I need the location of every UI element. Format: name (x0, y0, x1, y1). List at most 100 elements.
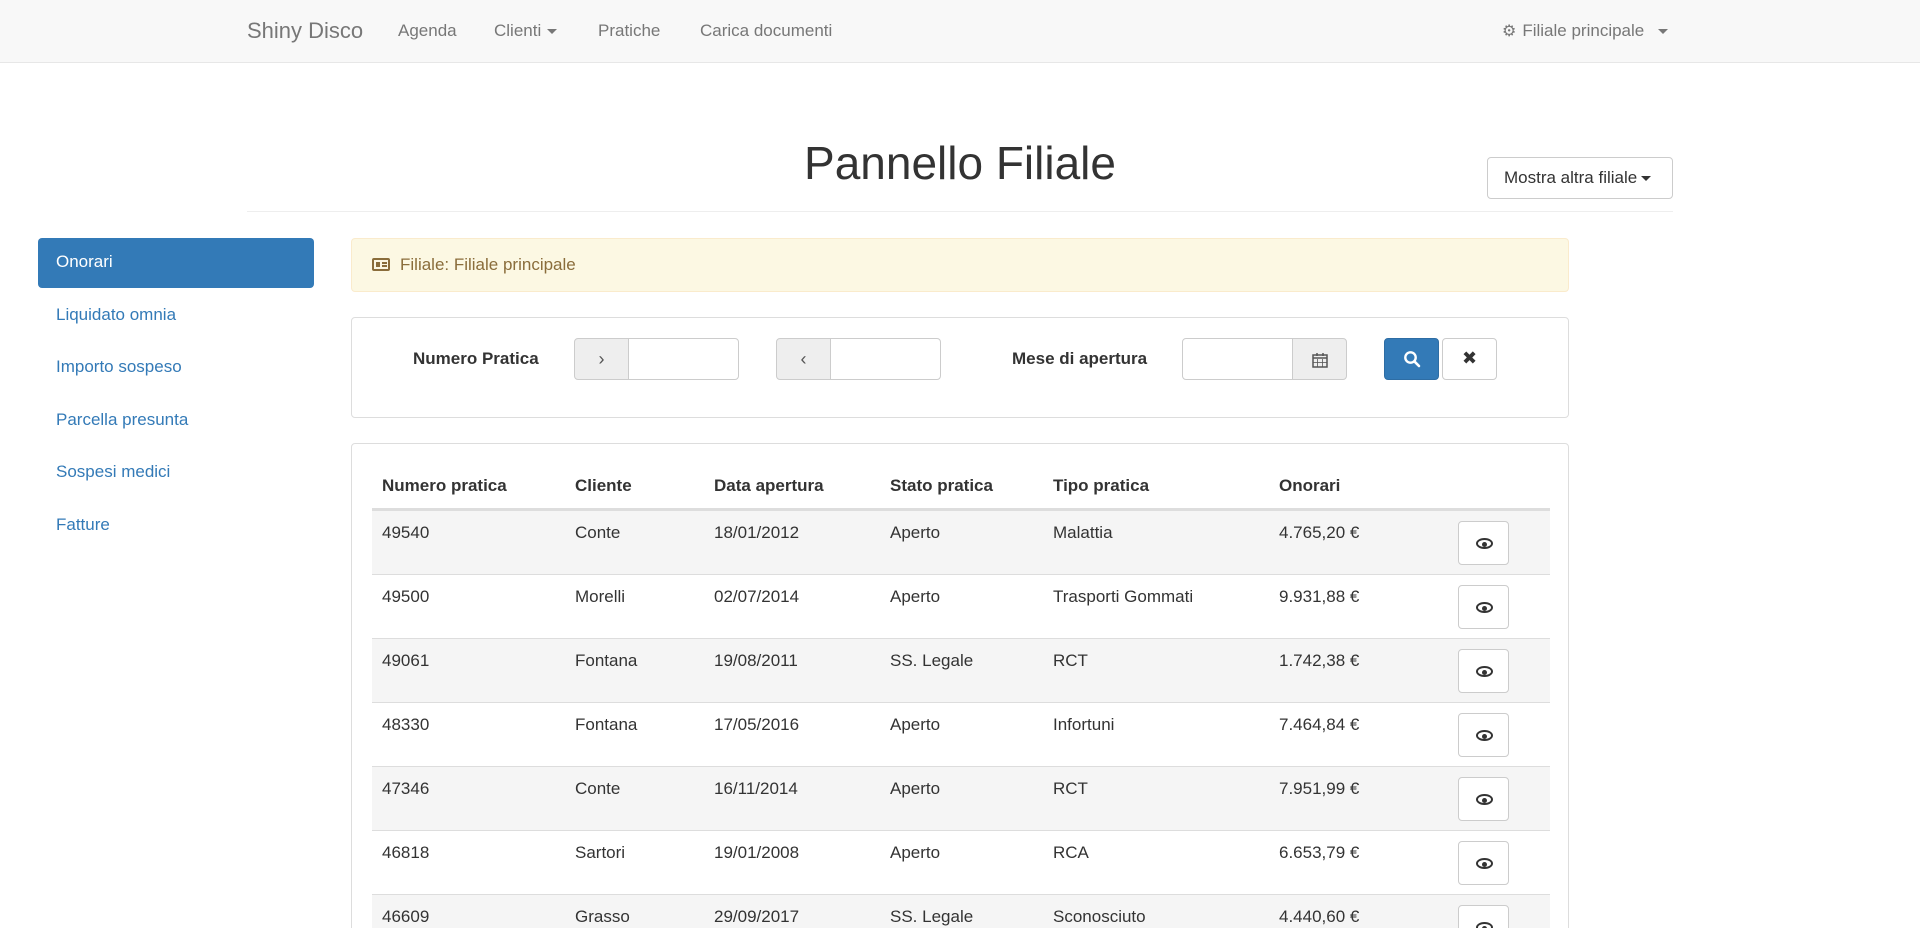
view-button[interactable] (1458, 521, 1509, 565)
cell-numero-pratica: 46818 (382, 843, 430, 862)
header-divider (247, 211, 1673, 212)
cell-data-apertura: 19/01/2008 (714, 843, 800, 862)
cell-cliente: Grasso (575, 907, 630, 926)
cell-data-apertura: 17/05/2016 (714, 715, 800, 734)
table-row: 47346 Conte 16/11/2014 Aperto RCT 7.951,… (372, 766, 1550, 830)
cell-tipo-pratica: Trasporti Gommati (1053, 587, 1194, 606)
cell-onorari: 4.440,60 € (1279, 907, 1360, 926)
cell-tipo-pratica: Sconosciuto (1053, 907, 1146, 926)
cell-data-apertura: 16/11/2014 (714, 779, 798, 798)
cell-numero-pratica: 47346 (382, 779, 430, 798)
cell-cliente: Morelli (575, 587, 626, 606)
gear-icon: ⚙ (1502, 23, 1517, 40)
column-header-cliente[interactable]: Cliente (575, 476, 632, 496)
sidebar-item-fatture[interactable]: Fatture (38, 501, 314, 551)
sidebar-item-sospesi-medici[interactable]: Sospesi medici (38, 448, 314, 498)
numero-pratica-max-input[interactable] (830, 338, 941, 380)
nav-agenda[interactable]: Agenda (398, 21, 457, 41)
eye-icon (1476, 922, 1493, 928)
sidebar-item-parcella-presunta[interactable]: Parcella presunta (38, 396, 314, 446)
clear-filters-button[interactable]: ✖ (1442, 338, 1497, 380)
nav-clienti-dropdown[interactable]: Clienti (494, 21, 558, 41)
results-table: Numero pratica Cliente Data apertura Sta… (351, 443, 1569, 928)
eye-icon (1476, 858, 1493, 869)
calendar-button[interactable] (1292, 338, 1347, 380)
nav-clienti-label: Clienti (494, 21, 542, 40)
cell-data-apertura: 19/08/2011 (714, 651, 798, 670)
sidebar-item-liquidato-omnia[interactable]: Liquidato omnia (38, 291, 314, 341)
eye-icon (1476, 730, 1493, 741)
cell-stato-pratica: Aperto (890, 715, 941, 734)
view-button[interactable] (1458, 649, 1509, 693)
cell-onorari: 1.742,38 € (1279, 651, 1360, 670)
eye-icon (1476, 666, 1493, 677)
cell-onorari: 4.765,20 € (1279, 523, 1360, 542)
sidebar-item-importo-sospeso[interactable]: Importo sospeso (38, 343, 314, 393)
column-header-tipo-pratica[interactable]: Tipo pratica (1053, 476, 1149, 496)
cell-cliente: Fontana (575, 651, 638, 670)
cell-data-apertura: 29/09/2017 (714, 907, 800, 926)
search-icon (1404, 351, 1421, 368)
view-button[interactable] (1458, 841, 1509, 885)
cell-stato-pratica: Aperto (890, 779, 941, 798)
greater-than-addon: › (574, 338, 629, 380)
table-row: 49500 Morelli 02/07/2014 Aperto Trasport… (372, 574, 1550, 638)
view-button[interactable] (1458, 905, 1509, 928)
chevron-right-icon: › (598, 349, 605, 369)
numero-pratica-min-input[interactable] (628, 338, 739, 380)
column-header-numero-pratica[interactable]: Numero pratica (382, 476, 507, 496)
view-button[interactable] (1458, 585, 1509, 629)
calendar-icon (1311, 353, 1328, 368)
numero-pratica-label: Numero Pratica (413, 349, 539, 368)
view-button[interactable] (1458, 777, 1509, 821)
view-button[interactable] (1458, 713, 1509, 757)
cell-tipo-pratica: Infortuni (1053, 715, 1115, 734)
table-row: 49540 Conte 18/01/2012 Aperto Malattia 4… (372, 510, 1550, 574)
cell-cliente: Conte (575, 523, 621, 542)
id-card-icon (372, 258, 390, 271)
column-header-data-apertura[interactable]: Data apertura (714, 476, 824, 496)
branch-alert-text: Filiale: Filiale principale (400, 255, 576, 274)
nav-pratiche[interactable]: Pratiche (598, 21, 660, 41)
brand-logo[interactable]: Shiny Disco (247, 18, 363, 44)
cell-data-apertura: 18/01/2012 (714, 523, 800, 542)
cell-tipo-pratica: Malattia (1053, 523, 1113, 542)
cell-stato-pratica: Aperto (890, 523, 941, 542)
mese-apertura-input[interactable] (1182, 338, 1293, 380)
close-icon: ✖ (1461, 348, 1478, 368)
caret-down-icon (547, 29, 558, 35)
cell-cliente: Conte (575, 779, 621, 798)
sidebar-item-onorari[interactable]: Onorari (38, 238, 314, 288)
nav-carica-documenti[interactable]: Carica documenti (700, 21, 832, 41)
caret-down-icon (1641, 176, 1652, 182)
caret-down-icon (1658, 29, 1669, 35)
mese-apertura-label: Mese di apertura (1012, 349, 1148, 368)
cell-stato-pratica: Aperto (890, 843, 941, 862)
cell-numero-pratica: 49500 (382, 587, 430, 606)
table-row: 46609 Grasso 29/09/2017 SS. Legale Scono… (372, 894, 1550, 928)
cell-tipo-pratica: RCT (1053, 651, 1088, 670)
table-row: 46818 Sartori 19/01/2008 Aperto RCA 6.65… (372, 830, 1550, 894)
cell-onorari: 6.653,79 € (1279, 843, 1360, 862)
table-row: 48330 Fontana 17/05/2016 Aperto Infortun… (372, 702, 1550, 766)
column-header-onorari[interactable]: Onorari (1279, 476, 1340, 496)
show-other-branch-button[interactable]: Mostra altra filiale (1487, 157, 1673, 199)
branch-dropdown[interactable]: ⚙ Filiale principale (1502, 21, 1669, 41)
cell-cliente: Fontana (575, 715, 638, 734)
search-button[interactable] (1384, 338, 1439, 380)
chevron-left-icon: ‹ (800, 349, 807, 369)
cell-stato-pratica: SS. Legale (890, 651, 974, 670)
cell-stato-pratica: SS. Legale (890, 907, 974, 926)
cell-numero-pratica: 49061 (382, 651, 430, 670)
cell-onorari: 7.951,99 € (1279, 779, 1360, 798)
cell-tipo-pratica: RCA (1053, 843, 1089, 862)
less-than-addon: ‹ (776, 338, 831, 380)
eye-icon (1476, 794, 1493, 805)
cell-onorari: 9.931,88 € (1279, 587, 1360, 606)
cell-tipo-pratica: RCT (1053, 779, 1088, 798)
branch-alert: Filiale: Filiale principale (351, 238, 1569, 292)
top-navbar: Shiny Disco Agenda Clienti Pratiche Cari… (0, 0, 1920, 63)
cell-cliente: Sartori (575, 843, 626, 862)
cell-numero-pratica: 49540 (382, 523, 430, 542)
column-header-stato-pratica[interactable]: Stato pratica (890, 476, 993, 496)
